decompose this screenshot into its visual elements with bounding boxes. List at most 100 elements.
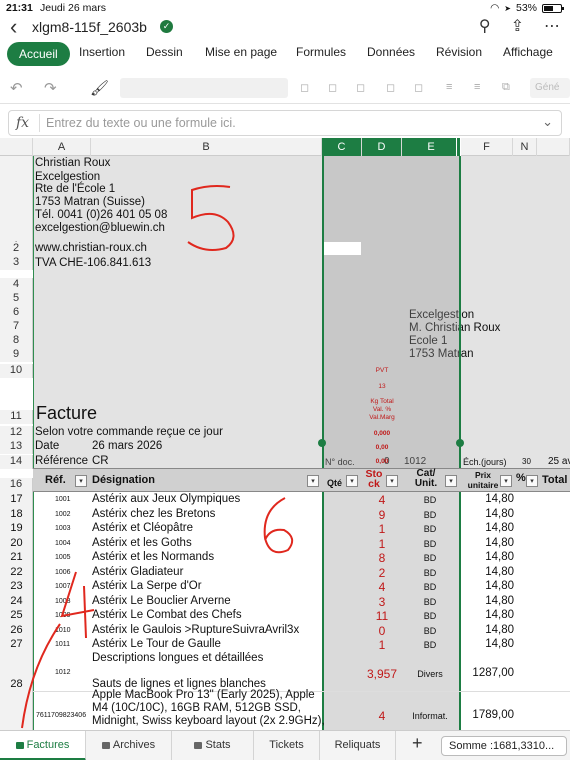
row-header[interactable]: 7 <box>0 320 33 334</box>
tab-dessin[interactable]: Dessin <box>146 45 183 59</box>
more-icon[interactable]: ⋯ <box>544 16 560 36</box>
italic-icon[interactable]: ◻ <box>328 81 337 94</box>
sheet-tab-factures[interactable]: Factures <box>0 731 86 760</box>
format-painter-icon[interactable]: 🖌 <box>90 79 109 97</box>
table-row[interactable]: 1009 Astérix Le Combat des Chefs 11 BD 1… <box>0 609 570 623</box>
tab-revision[interactable]: Révision <box>436 45 482 59</box>
table-row[interactable]: 1006 Astérix Gladiateur 2 BD 14,80 <box>0 566 570 580</box>
invoice-title: Facture <box>36 403 98 423</box>
number-format-box[interactable]: Géné <box>530 78 570 98</box>
table-row[interactable]: 1001 Astérix aux Jeux Olympiques 4 BD 14… <box>0 493 570 507</box>
row-header[interactable]: 4 <box>0 278 33 292</box>
tab-mise-en-page[interactable]: Mise en page <box>205 45 277 59</box>
formula-bar[interactable]: fx Entrez du texte ou une formule ici. ⌄ <box>8 110 562 136</box>
selection-handle-right[interactable] <box>456 439 464 447</box>
cell-c2[interactable] <box>324 242 361 255</box>
row-header[interactable]: 9 <box>0 348 33 362</box>
tab-affichage[interactable]: Affichage <box>503 45 553 59</box>
table-row[interactable]: 1010 Astérix le Gaulois >RuptureSuivraAv… <box>0 624 570 638</box>
sum-status[interactable]: Somme :1681,3310... <box>441 736 567 756</box>
back-chevron-icon[interactable]: ‹ <box>10 16 17 38</box>
header-prix: Prix unitaire <box>467 470 499 490</box>
col-header-b[interactable]: B <box>91 138 322 156</box>
address-email: excelgestion@bluewin.ch <box>35 222 165 234</box>
row-header[interactable]: 8 <box>0 334 33 348</box>
tab-formules[interactable]: Formules <box>296 45 346 59</box>
header-qte: Qté <box>327 478 343 488</box>
table-row[interactable]: 1003 Astérix et Cléopâtre 1 BD 14,80 <box>0 522 570 536</box>
filter-stock-icon[interactable]: ▾ <box>386 475 398 487</box>
table-row[interactable]: 1005 Astérix et les Normands 8 BD 14,80 <box>0 551 570 565</box>
row-header[interactable]: 1 <box>0 156 33 252</box>
col-header-c[interactable]: C <box>322 138 362 156</box>
share-icon[interactable]: ⇪ <box>511 16 524 36</box>
wrap-icon[interactable]: ≡ <box>474 81 480 93</box>
filter-cat-icon[interactable]: ▾ <box>445 475 457 487</box>
sheet-tab-archives[interactable]: Archives <box>86 731 172 760</box>
row-header[interactable]: 10 <box>0 364 33 378</box>
table-row[interactable]: 1004 Astérix et les Goths 1 BD 14,80 <box>0 537 570 551</box>
spreadsheet-grid[interactable]: A B C D E F N 1 2 3 4 5 6 7 8 9 10 11 12… <box>0 138 570 730</box>
sheet-tab-reliquats[interactable]: Reliquats <box>320 731 396 760</box>
filter-designation-icon[interactable]: ▾ <box>307 475 319 487</box>
table-row[interactable]: 1012 Descriptions longues et détaillées … <box>0 652 570 692</box>
document-title[interactable]: xlgm8-115f_2603b <box>32 19 147 35</box>
sheet-tabs-bar: Factures Archives Stats Tickets Reliquat… <box>0 730 570 760</box>
header-cat-unit: Cat/ Unit. <box>414 468 438 489</box>
align-icon[interactable]: ≡ <box>446 81 452 93</box>
filter-pct-icon[interactable]: ▾ <box>526 475 538 487</box>
col-header-a[interactable]: A <box>33 138 91 156</box>
col-header-e[interactable]: E <box>402 138 461 156</box>
row-header[interactable]: 16 <box>0 478 33 492</box>
row-header[interactable]: 3 <box>0 256 33 270</box>
table-row[interactable]: 7611709823406 Apple MacBook Pro 13" (Ear… <box>0 689 570 730</box>
sheet-tab-stats[interactable]: Stats <box>172 731 254 760</box>
address-tva: TVA CHE-106.841.613 <box>35 257 152 269</box>
address-city: 1753 Matran (Suisse) <box>35 196 145 208</box>
header-stock: Sto ck <box>365 468 383 490</box>
merge-icon[interactable]: ⧉ <box>502 81 510 94</box>
col-header-n[interactable]: N <box>513 138 537 156</box>
row-header[interactable]: 6 <box>0 306 33 320</box>
address-phone: Tél. 0041 (0)26 401 05 08 <box>35 209 168 221</box>
tab-insertion[interactable]: Insertion <box>79 45 125 59</box>
filter-prix-icon[interactable]: ▾ <box>500 475 512 487</box>
filter-ref-icon[interactable]: ▾ <box>75 475 87 487</box>
table-row[interactable]: 1002 Astérix chez les Bretons 9 BD 14,80 <box>0 508 570 522</box>
toolbar: ↶ ↷ 🖌 ◻ ◻ ◻ ◻ ◻ ≡ ≡ ⧉ Géné <box>0 74 570 104</box>
fx-icon: fx <box>16 115 30 131</box>
col-header-d[interactable]: D <box>362 138 402 156</box>
date-label: Date <box>35 440 60 452</box>
font-color-icon[interactable]: ◻ <box>414 81 423 94</box>
address-web: www.christian-roux.ch <box>35 242 147 254</box>
sheet-tab-tickets[interactable]: Tickets <box>254 731 320 760</box>
row-header[interactable]: 11 <box>0 410 33 424</box>
chevron-down-icon[interactable]: ⌄ <box>542 114 553 130</box>
row-header[interactable]: 13 <box>0 440 33 454</box>
tab-accueil[interactable]: Accueil <box>7 42 70 66</box>
date-value: 26 mars 2026 <box>92 440 163 452</box>
fill-color-icon[interactable]: ◻ <box>386 81 395 94</box>
redo-icon[interactable]: ↷ <box>44 79 57 97</box>
battery-percent: 53% <box>515 2 537 14</box>
table-row[interactable]: 1007 Astérix La Serpe d'Or 4 BD 14,80 <box>0 580 570 594</box>
bold-icon[interactable]: ◻ <box>300 81 309 94</box>
row-header[interactable]: 2 <box>0 242 33 256</box>
undo-icon[interactable]: ↶ <box>10 79 23 97</box>
row-header[interactable]: 5 <box>0 292 33 306</box>
font-name-box[interactable] <box>120 78 288 98</box>
table-row[interactable]: 1008 Astérix Le Bouclier Arverne 3 BD 14… <box>0 595 570 609</box>
lock-icon <box>101 741 110 749</box>
tab-donnees[interactable]: Données <box>367 45 415 59</box>
col-header-f[interactable]: F <box>461 138 513 156</box>
title-bar: ‹ xlgm8-115f_2603b ✓ ⚲ ⇪ ⋯ <box>0 16 570 40</box>
formula-input[interactable]: Entrez du texte ou une formule ici. <box>46 116 236 130</box>
search-icon[interactable]: ⚲ <box>479 16 491 36</box>
row-header[interactable]: 14 <box>0 455 33 469</box>
table-row[interactable]: 1011 Astérix Le Tour de Gaulle 1 BD 14,8… <box>0 638 570 652</box>
underline-icon[interactable]: ◻ <box>356 81 365 94</box>
selection-handle-left[interactable] <box>318 439 326 447</box>
filter-qte-icon[interactable]: ▾ <box>346 475 358 487</box>
row-header[interactable]: 12 <box>0 426 33 440</box>
add-sheet-button[interactable]: + <box>412 733 423 754</box>
